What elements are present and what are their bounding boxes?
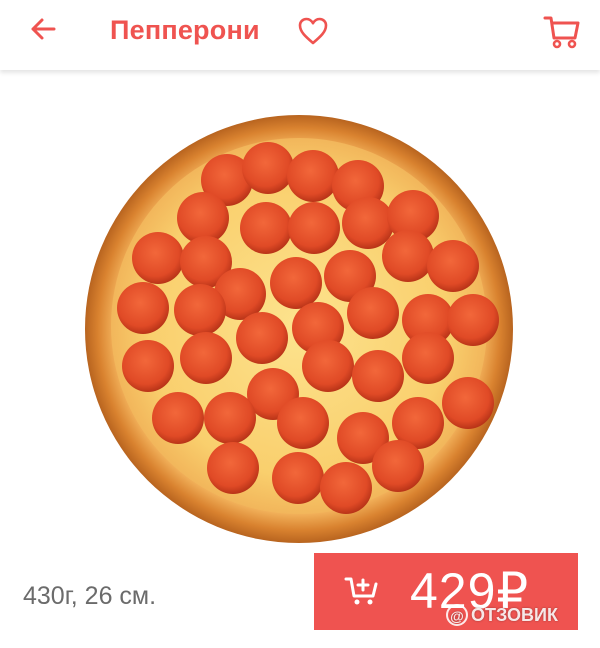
pepperoni-slice <box>372 440 424 492</box>
pepperoni-slice <box>447 294 499 346</box>
cart-icon <box>543 16 580 49</box>
pepperoni-slice <box>382 230 434 282</box>
otzovik-watermark: @ ОТЗОВИК <box>446 604 558 626</box>
pepperoni-slice <box>122 340 174 392</box>
pepperoni-slice <box>287 150 339 202</box>
pepperoni-slice <box>270 257 322 309</box>
pepperoni-slice <box>242 142 294 194</box>
pepperoni-slice <box>442 377 494 429</box>
page-title: Пепперони <box>110 15 260 45</box>
watermark-text: ОТЗОВИК <box>471 605 558 625</box>
pepperoni-slice <box>288 202 340 254</box>
cart-add-icon <box>344 577 378 605</box>
pizza-image <box>78 108 520 550</box>
pizza-pepperoni-image <box>85 115 513 543</box>
pepperoni-slice <box>236 312 288 364</box>
pepperoni-slice <box>132 232 184 284</box>
pepperoni-slice <box>180 332 232 384</box>
pepperoni-slice <box>302 340 354 392</box>
pepperoni-slice <box>347 287 399 339</box>
pepperoni-slice <box>320 462 372 514</box>
back-button[interactable] <box>26 12 60 46</box>
pepperoni-slice <box>240 202 292 254</box>
heart-outline-icon <box>298 17 328 45</box>
pepperoni-slice <box>427 240 479 292</box>
pepperoni-slice <box>117 282 169 334</box>
weight-size-label: 430г, 26 см. <box>23 582 157 610</box>
at-sign-icon: @ <box>446 604 468 626</box>
pepperoni-slice <box>174 284 226 336</box>
pepperoni-slice <box>204 392 256 444</box>
arrow-left-icon <box>31 18 56 40</box>
pepperoni-slice <box>152 392 204 444</box>
favorite-button[interactable] <box>296 14 330 48</box>
app-header: Пепперони <box>0 0 600 70</box>
cart-button[interactable] <box>542 12 582 52</box>
pepperoni-slice <box>352 350 404 402</box>
pepperoni-slice <box>277 397 329 449</box>
pepperoni-slice <box>342 197 394 249</box>
pepperoni-slice <box>272 452 324 504</box>
pepperoni-slice <box>207 442 259 494</box>
pepperoni-slice <box>402 332 454 384</box>
